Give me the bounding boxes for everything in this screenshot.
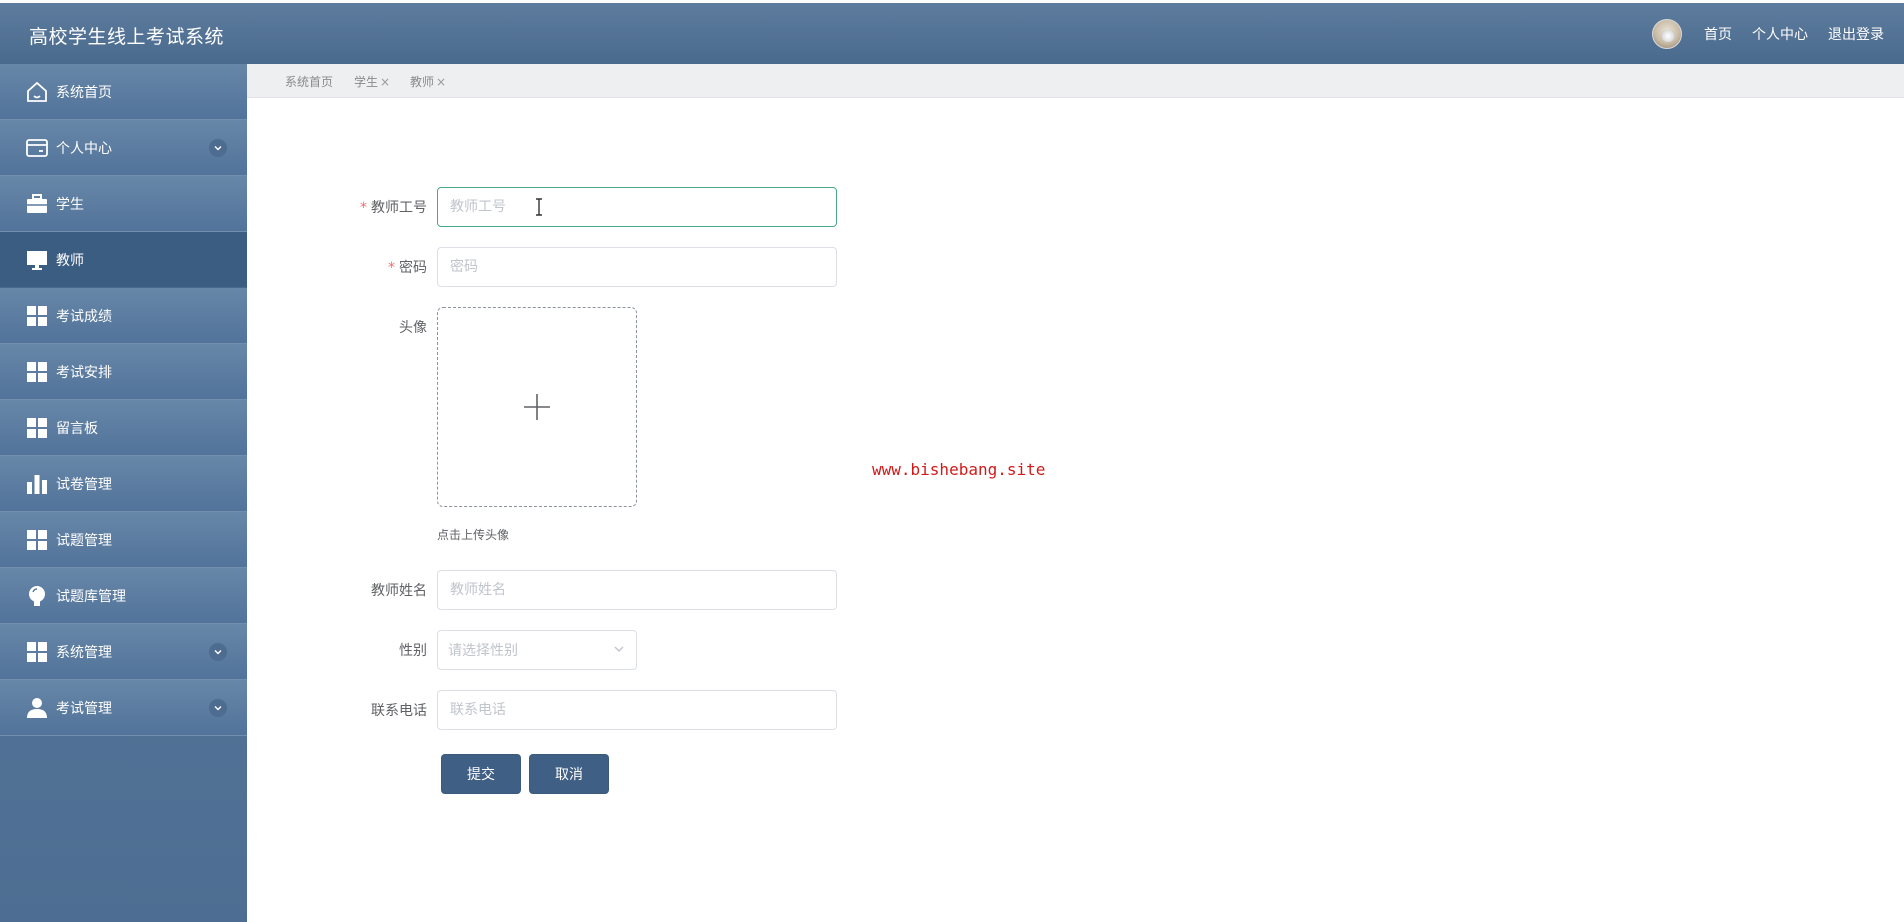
app-title: 高校学生线上考试系统 — [29, 26, 225, 48]
header-actions: 首页 个人中心 退出登录 — [1652, 19, 1884, 49]
logout-link[interactable]: 退出登录 — [1828, 24, 1884, 44]
chevron-down-icon[interactable] — [209, 699, 227, 717]
label-text: 教师工号 — [371, 200, 427, 216]
phone-input[interactable] — [437, 690, 837, 730]
gender-select[interactable]: 请选择性别 — [437, 630, 637, 670]
tab-label: 教师 — [410, 75, 435, 89]
chevron-down-icon[interactable] — [209, 139, 227, 157]
password-input[interactable] — [437, 247, 837, 287]
text-cursor-icon — [536, 198, 542, 216]
grid-icon — [24, 359, 50, 385]
avatar-upload-tip: 点击上传头像 — [437, 528, 510, 542]
avatar-upload[interactable] — [437, 307, 637, 507]
briefcase-icon — [24, 191, 50, 217]
user-icon — [24, 695, 50, 721]
sidebar-item-label: 系统管理 — [56, 644, 112, 661]
sidebar-item-label: 试卷管理 — [56, 476, 112, 493]
sidebar-item-label: 学生 — [56, 196, 84, 213]
teacher-no-input[interactable] — [437, 187, 837, 227]
chevron-down-icon — [614, 646, 624, 652]
sidebar: 系统首页 个人中心 学生 教师 考试成绩 考试安排 留言板 试卷管理 试题管理 … — [0, 64, 247, 922]
plus-icon — [524, 394, 550, 420]
grid-icon — [24, 303, 50, 329]
tab-teachers[interactable]: 教师 × — [410, 73, 446, 90]
teacher-name-label: 教师姓名 — [371, 583, 427, 599]
phone-label: 联系电话 — [371, 703, 427, 719]
home-icon — [24, 79, 50, 105]
sidebar-item-label: 考试安排 — [56, 364, 112, 381]
card-icon — [24, 135, 50, 161]
sidebar-item-label: 考试成绩 — [56, 308, 112, 325]
gender-placeholder: 请选择性别 — [448, 643, 518, 659]
avatar[interactable] — [1652, 19, 1682, 49]
chevron-down-icon[interactable] — [209, 643, 227, 661]
monitor-icon — [24, 247, 50, 273]
top-header: 高校学生线上考试系统 首页 个人中心 退出登录 — [0, 3, 1904, 64]
sidebar-item-system-management[interactable]: 系统管理 — [0, 624, 247, 680]
sidebar-item-question-bank[interactable]: 试题库管理 — [0, 568, 247, 624]
sidebar-item-home[interactable]: 系统首页 — [0, 64, 247, 120]
sidebar-item-label: 考试管理 — [56, 700, 112, 717]
tab-home[interactable]: 系统首页 — [285, 73, 333, 90]
sidebar-item-exam-schedule[interactable]: 考试安排 — [0, 344, 247, 400]
grid-icon — [24, 639, 50, 665]
sidebar-item-label: 个人中心 — [56, 140, 112, 157]
submit-button[interactable]: 提交 — [441, 754, 521, 794]
watermark: www.bishebang.site — [872, 460, 1046, 479]
sidebar-item-students[interactable]: 学生 — [0, 176, 247, 232]
label-text: 密码 — [399, 260, 427, 276]
avatar-label: 头像 — [399, 320, 427, 336]
sidebar-item-label: 系统首页 — [56, 84, 112, 101]
sidebar-item-question-management[interactable]: 试题管理 — [0, 512, 247, 568]
profile-link[interactable]: 个人中心 — [1752, 24, 1808, 44]
close-icon[interactable]: × — [380, 75, 390, 89]
gender-label: 性别 — [399, 643, 427, 659]
home-link[interactable]: 首页 — [1704, 24, 1732, 44]
sidebar-item-paper-management[interactable]: 试卷管理 — [0, 456, 247, 512]
tab-students[interactable]: 学生 × — [354, 73, 390, 90]
sidebar-item-label: 试题库管理 — [56, 588, 126, 605]
grid-icon — [24, 527, 50, 553]
bulb-icon — [24, 583, 50, 609]
sidebar-item-message-board[interactable]: 留言板 — [0, 400, 247, 456]
grid-icon — [24, 415, 50, 441]
sidebar-item-label: 留言板 — [56, 420, 98, 437]
required-mark: * — [388, 260, 395, 276]
sidebar-item-exam-management[interactable]: 考试管理 — [0, 680, 247, 736]
sidebar-item-profile[interactable]: 个人中心 — [0, 120, 247, 176]
sidebar-item-label: 试题管理 — [56, 532, 112, 549]
teacher-name-input[interactable] — [437, 570, 837, 610]
close-icon[interactable]: × — [436, 75, 446, 89]
sidebar-item-exam-scores[interactable]: 考试成绩 — [0, 288, 247, 344]
sidebar-item-label: 教师 — [56, 252, 84, 269]
tab-label: 系统首页 — [285, 75, 334, 89]
tabs-bar: 系统首页 学生 × 教师 × — [247, 64, 1904, 98]
bar-chart-icon — [24, 471, 50, 497]
tab-label: 学生 — [354, 75, 379, 89]
cancel-button[interactable]: 取消 — [529, 754, 609, 794]
sidebar-item-teachers[interactable]: 教师 — [0, 232, 247, 288]
required-mark: * — [360, 200, 367, 216]
password-label: * 密码 — [307, 257, 427, 277]
teacher-no-label: * 教师工号 — [307, 197, 427, 217]
